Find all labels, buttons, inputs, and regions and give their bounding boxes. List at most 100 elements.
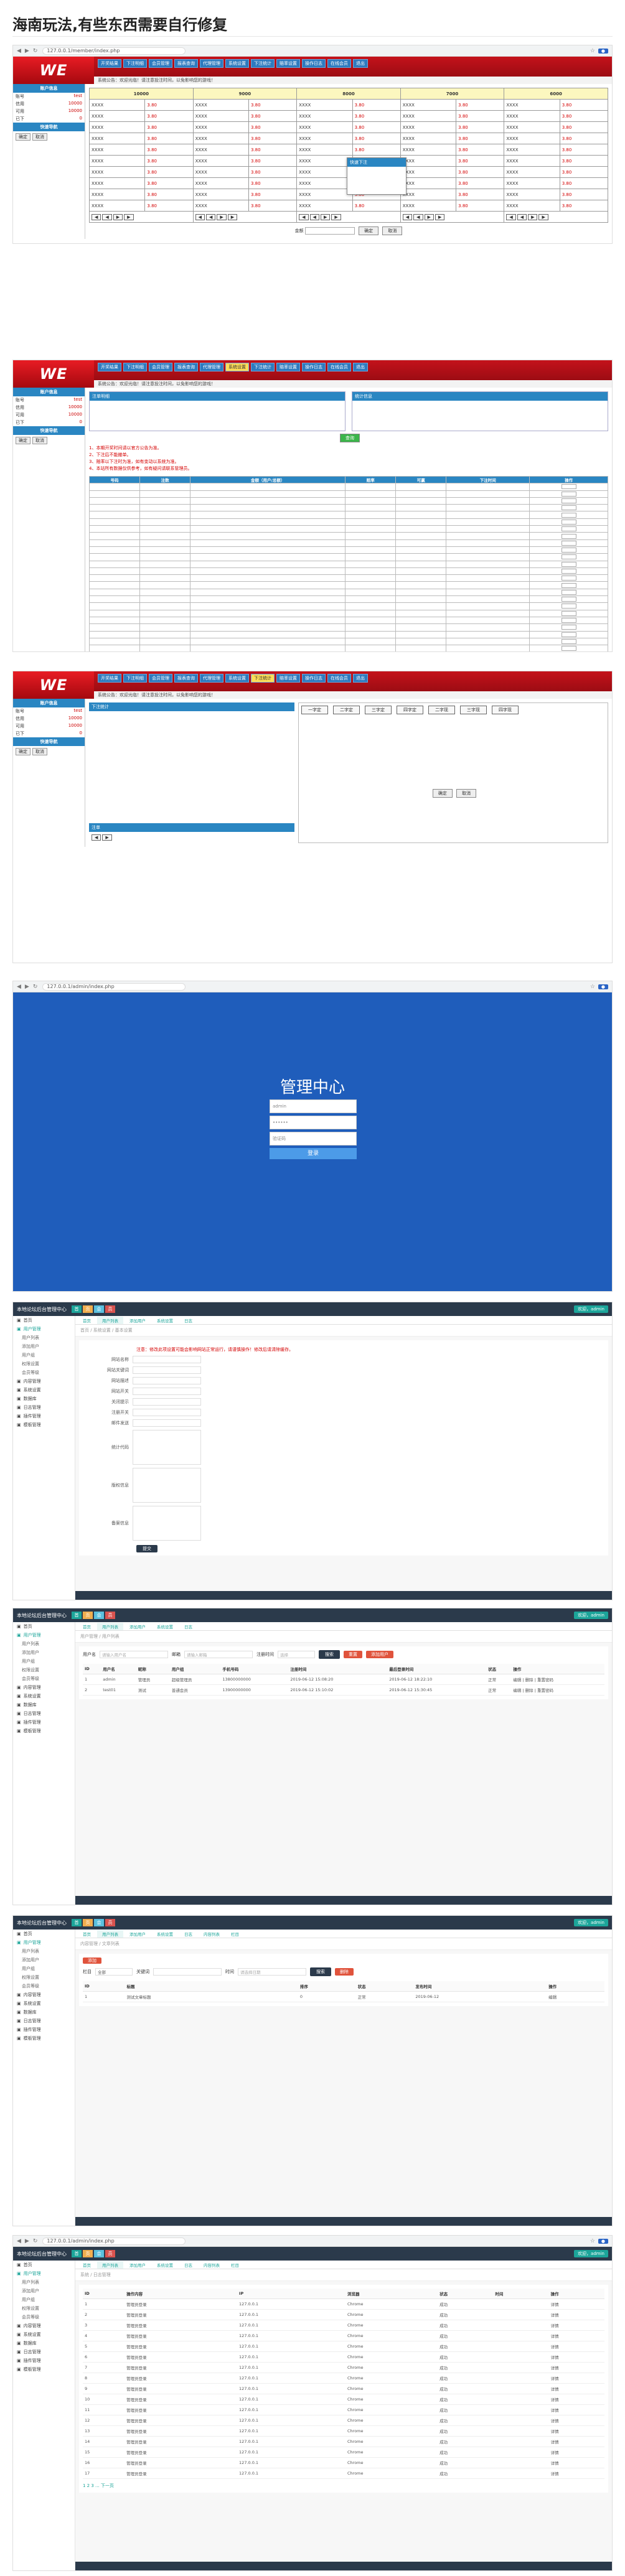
row-input[interactable] [561,491,576,497]
nav-arrow-button[interactable]: ▶ [124,213,134,220]
nav-arrow-button[interactable]: ◀ [205,213,216,220]
odds-cell[interactable]: 3.80 [352,133,401,144]
number-cell[interactable]: XXXX [400,155,457,167]
we-menu-item[interactable]: 退出 [353,363,368,371]
sidebar-item[interactable]: ▣ 数据库 [13,2339,75,2348]
number-cell[interactable]: XXXX [192,121,249,133]
filter-name-input[interactable]: 请输入用户名 [100,1651,168,1658]
row-action[interactable] [529,490,608,498]
sidebar-item[interactable]: ▣ 数据库 [13,1701,75,1709]
tab[interactable]: 系统设置 [152,1623,178,1630]
row-action[interactable] [529,483,608,491]
tab[interactable]: 日志 [179,1317,197,1324]
sidebar-item[interactable]: ▣ 首页 [13,2261,75,2269]
header-chip[interactable]: 页 [83,2250,93,2257]
sidebar-subitem[interactable]: 用户组 [13,1657,75,1666]
tab[interactable]: 日志 [179,1930,197,1938]
sidebar-item[interactable]: ▣ 日志管理 [13,1403,75,1412]
header-chip[interactable]: 会 [94,2250,104,2257]
number-cell[interactable]: XXXX [400,110,457,122]
cancel-button[interactable]: 取消 [382,226,403,235]
odds-cell[interactable]: 3.80 [456,99,505,111]
tab[interactable]: 添加用户 [125,1623,151,1630]
row-action[interactable] [529,630,608,638]
field-input[interactable] [133,1398,201,1406]
odds-cell[interactable]: 3.80 [144,189,194,200]
row-action[interactable] [529,595,608,604]
number-cell[interactable]: XXXX [192,144,249,156]
number-cell[interactable]: XXXX [88,166,146,178]
prev-button[interactable]: ◀ [92,834,101,841]
row-input[interactable] [561,505,576,511]
sidebar-item[interactable]: ▣ 首页 [13,1930,75,1938]
tab[interactable]: 用户列表 [97,2261,123,2269]
sidebar-subitem[interactable]: 用户列表 [13,1947,75,1956]
nav-arrow-button[interactable]: ▶ [320,213,331,220]
we-menu-item[interactable]: 开奖结果 [98,59,121,68]
odds-cell[interactable]: 3.80 [248,133,298,144]
number-cell[interactable]: XXXX [192,200,249,212]
row-action[interactable] [529,581,608,589]
nav-arrow-button[interactable]: ◀ [413,213,423,220]
nav-arrow-button[interactable]: ▶ [435,213,445,220]
back-icon[interactable]: ◀ [17,48,21,54]
row-action[interactable] [529,588,608,597]
bet-tab[interactable]: 二字定 [333,706,360,714]
odds-cell[interactable]: 3.80 [352,110,401,122]
number-cell[interactable]: XXXX [400,166,457,178]
odds-cell[interactable]: 3.80 [248,155,298,167]
number-cell[interactable]: XXXX [504,121,560,133]
header-chip[interactable]: 首 [72,1919,82,1926]
odds-cell[interactable]: 3.80 [144,99,194,111]
odds-cell[interactable]: 3.80 [352,200,401,212]
we-menu-item[interactable]: 开奖结果 [98,674,121,683]
odds-cell[interactable]: 3.80 [559,121,609,133]
url-bar[interactable]: 127.0.0.1/admin/index.php [42,2237,186,2245]
sidebar-subitem[interactable]: 会员等级 [13,1982,75,1990]
row-input[interactable] [561,569,576,574]
row-action[interactable] [529,574,608,582]
sidebar-item[interactable]: ▣ 日志管理 [13,1709,75,1718]
we-menu-item[interactable]: 下注明细 [123,59,147,68]
odds-cell[interactable]: 3.80 [559,155,609,167]
odds-cell[interactable]: 3.80 [144,133,194,144]
captcha-input[interactable]: 验证码 [270,1132,357,1146]
nav-arrow-button[interactable]: ◀ [517,213,527,220]
header-chip[interactable]: 首 [72,1305,82,1313]
row-action[interactable]: 详情 [548,2309,604,2320]
odds-cell[interactable]: 3.80 [456,121,505,133]
row-action[interactable] [529,497,608,505]
password-input[interactable]: •••••• [270,1116,357,1129]
row-input[interactable] [561,610,576,616]
sidebar-subitem[interactable]: 用户列表 [13,2278,75,2287]
odds-cell[interactable]: 3.80 [248,166,298,178]
odds-cell[interactable]: 3.80 [456,189,505,200]
odds-cell[interactable]: 3.80 [352,99,401,111]
sidebar-item[interactable]: ▣ 数据库 [13,2008,75,2017]
url-bar[interactable]: 127.0.0.1/admin/index.php [42,982,186,991]
odds-cell[interactable]: 3.80 [456,177,505,189]
header-chip[interactable]: 员 [105,1305,115,1313]
url-bar[interactable]: 127.0.0.1/member/index.php [42,47,186,55]
we-menu-item[interactable]: 会员管理 [149,363,172,371]
row-input[interactable] [561,597,576,602]
sidebar-item[interactable]: ▣ 系统设置 [13,2330,75,2339]
sidebar-item[interactable]: ▣ 日志管理 [13,2017,75,2025]
odds-cell[interactable]: 3.80 [559,177,609,189]
sidebar-item[interactable]: ▣ 系统设置 [13,1999,75,2008]
odds-cell[interactable]: 3.80 [144,200,194,212]
sidebar-item[interactable]: ▣ 用户管理 [13,1631,75,1640]
row-action[interactable] [529,518,608,526]
odds-cell[interactable]: 3.80 [456,166,505,178]
row-action[interactable]: 详情 [548,2447,604,2458]
we-menu-item[interactable]: 下注明细 [123,363,147,371]
number-cell[interactable]: XXXX [400,177,457,189]
number-cell[interactable]: XXXX [192,99,249,111]
odds-cell[interactable]: 3.80 [559,99,609,111]
row-input[interactable] [561,548,576,553]
we-menu-item[interactable]: 操作日志 [302,59,326,68]
number-cell[interactable]: XXXX [504,133,560,144]
odds-cell[interactable]: 3.80 [559,144,609,156]
row-action[interactable]: 详情 [548,2436,604,2447]
sidebar-item[interactable]: ▣ 插件管理 [13,2356,75,2365]
